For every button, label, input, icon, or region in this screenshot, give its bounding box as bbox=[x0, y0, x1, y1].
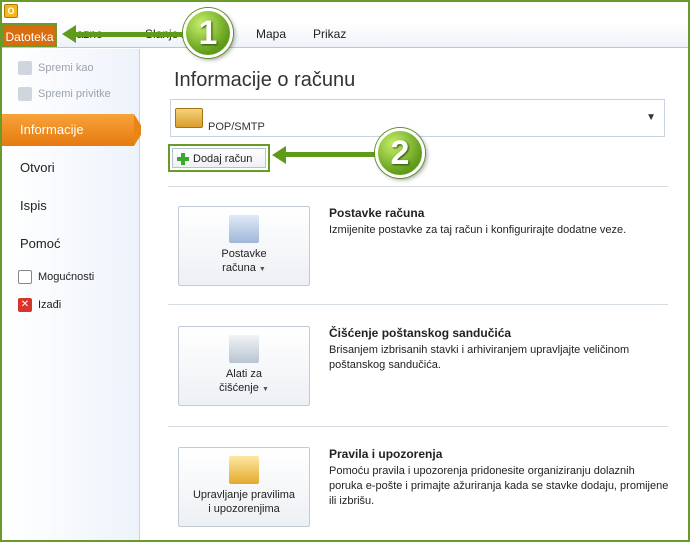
nav-item-info-label: Informacije bbox=[20, 122, 84, 137]
section-divider bbox=[168, 304, 668, 305]
cleanup-tools-label-2: čišćenje bbox=[219, 382, 259, 394]
nav-save-as-label: Spremi kao bbox=[38, 62, 94, 74]
tab-file[interactable]: Datoteka bbox=[2, 23, 57, 47]
section-divider bbox=[168, 186, 668, 187]
rules-alerts-label-2: i upozorenjima bbox=[208, 503, 280, 515]
section-title: Postavke računa bbox=[329, 206, 425, 220]
account-settings-label-1: Postavke bbox=[221, 248, 267, 260]
save-attachments-icon bbox=[18, 87, 32, 101]
nav-save-attachments: Spremi privitke bbox=[18, 87, 111, 105]
main-panel: Informacije o računu POP/SMTP ▼ Dodaj ra… bbox=[141, 49, 688, 540]
nav-save-as: Spremi kao bbox=[18, 61, 94, 79]
nav-exit-label: Izađi bbox=[38, 299, 62, 311]
nav-options-label: Mogućnosti bbox=[38, 271, 95, 283]
rules-alerts-icon bbox=[229, 456, 259, 484]
nav-item-open-label: Otvori bbox=[20, 160, 55, 175]
cleanup-tools-button[interactable]: Alati za čišćenje ▼ bbox=[178, 326, 310, 406]
nav-item-print-label: Ispis bbox=[20, 198, 47, 213]
callout-2: 2 bbox=[375, 128, 425, 178]
title-bar: O bbox=[2, 2, 688, 22]
nav-item-info[interactable]: Informacije bbox=[2, 114, 144, 146]
nav-options[interactable]: Mogućnosti bbox=[18, 270, 94, 288]
section-description: Izmijenite postavke za taj račun i konfi… bbox=[329, 224, 627, 236]
add-account-label: Dodaj račun bbox=[193, 153, 253, 165]
account-type: POP/SMTP bbox=[208, 121, 265, 133]
add-account-button[interactable]: Dodaj račun bbox=[168, 144, 270, 172]
section-description: Pomoću pravila i upozorenja pridonesite … bbox=[329, 465, 669, 507]
account-dropdown[interactable]: POP/SMTP ▼ bbox=[170, 99, 665, 137]
callout-1: 1 bbox=[183, 8, 233, 58]
callout-arrow-line bbox=[74, 32, 184, 37]
backstage-nav: Spremi kao Spremi privitke Informacije O… bbox=[2, 49, 144, 540]
nav-save-attachments-label: Spremi privitke bbox=[38, 88, 111, 100]
outlook-app-icon[interactable]: O bbox=[4, 4, 18, 18]
account-settings-label-2: računa bbox=[222, 262, 256, 274]
cleanup-tools-icon bbox=[229, 335, 259, 363]
section-title: Pravila i upozorenja bbox=[329, 447, 443, 461]
section-title: Čišćenje poštanskog sandučića bbox=[329, 326, 512, 340]
nav-item-print[interactable]: Ispis bbox=[2, 190, 140, 222]
options-icon bbox=[18, 270, 32, 284]
account-settings-icon bbox=[229, 215, 259, 243]
chevron-down-icon: ▼ bbox=[646, 112, 656, 123]
page-title: Informacije o računu bbox=[174, 69, 356, 91]
chevron-down-icon: ▼ bbox=[261, 386, 269, 393]
tab-view[interactable]: Prikaz bbox=[313, 27, 346, 41]
cleanup-tools-label-1: Alati za bbox=[225, 368, 263, 380]
plus-icon bbox=[177, 153, 189, 166]
mail-account-icon bbox=[175, 108, 203, 128]
section-divider bbox=[168, 426, 668, 427]
nav-item-open[interactable]: Otvori bbox=[2, 152, 140, 184]
chevron-down-icon: ▼ bbox=[258, 266, 266, 273]
nav-exit[interactable]: ✕ Izađi bbox=[18, 298, 61, 316]
section-description: Brisanjem izbrisanih stavki i arhiviranj… bbox=[329, 344, 630, 371]
callout-arrow-line bbox=[284, 152, 376, 157]
tab-folder[interactable]: Mapa bbox=[256, 27, 286, 41]
save-as-icon bbox=[18, 61, 32, 75]
rules-alerts-button[interactable]: Upravljanje pravilima i upozorenjima bbox=[178, 447, 310, 527]
rules-alerts-label-1: Upravljanje pravilima bbox=[192, 489, 296, 501]
exit-icon: ✕ bbox=[18, 298, 32, 312]
nav-item-help-label: Pomoć bbox=[20, 236, 61, 251]
nav-item-help[interactable]: Pomoć bbox=[2, 228, 140, 260]
account-settings-button[interactable]: Postavke računa ▼ bbox=[178, 206, 310, 286]
